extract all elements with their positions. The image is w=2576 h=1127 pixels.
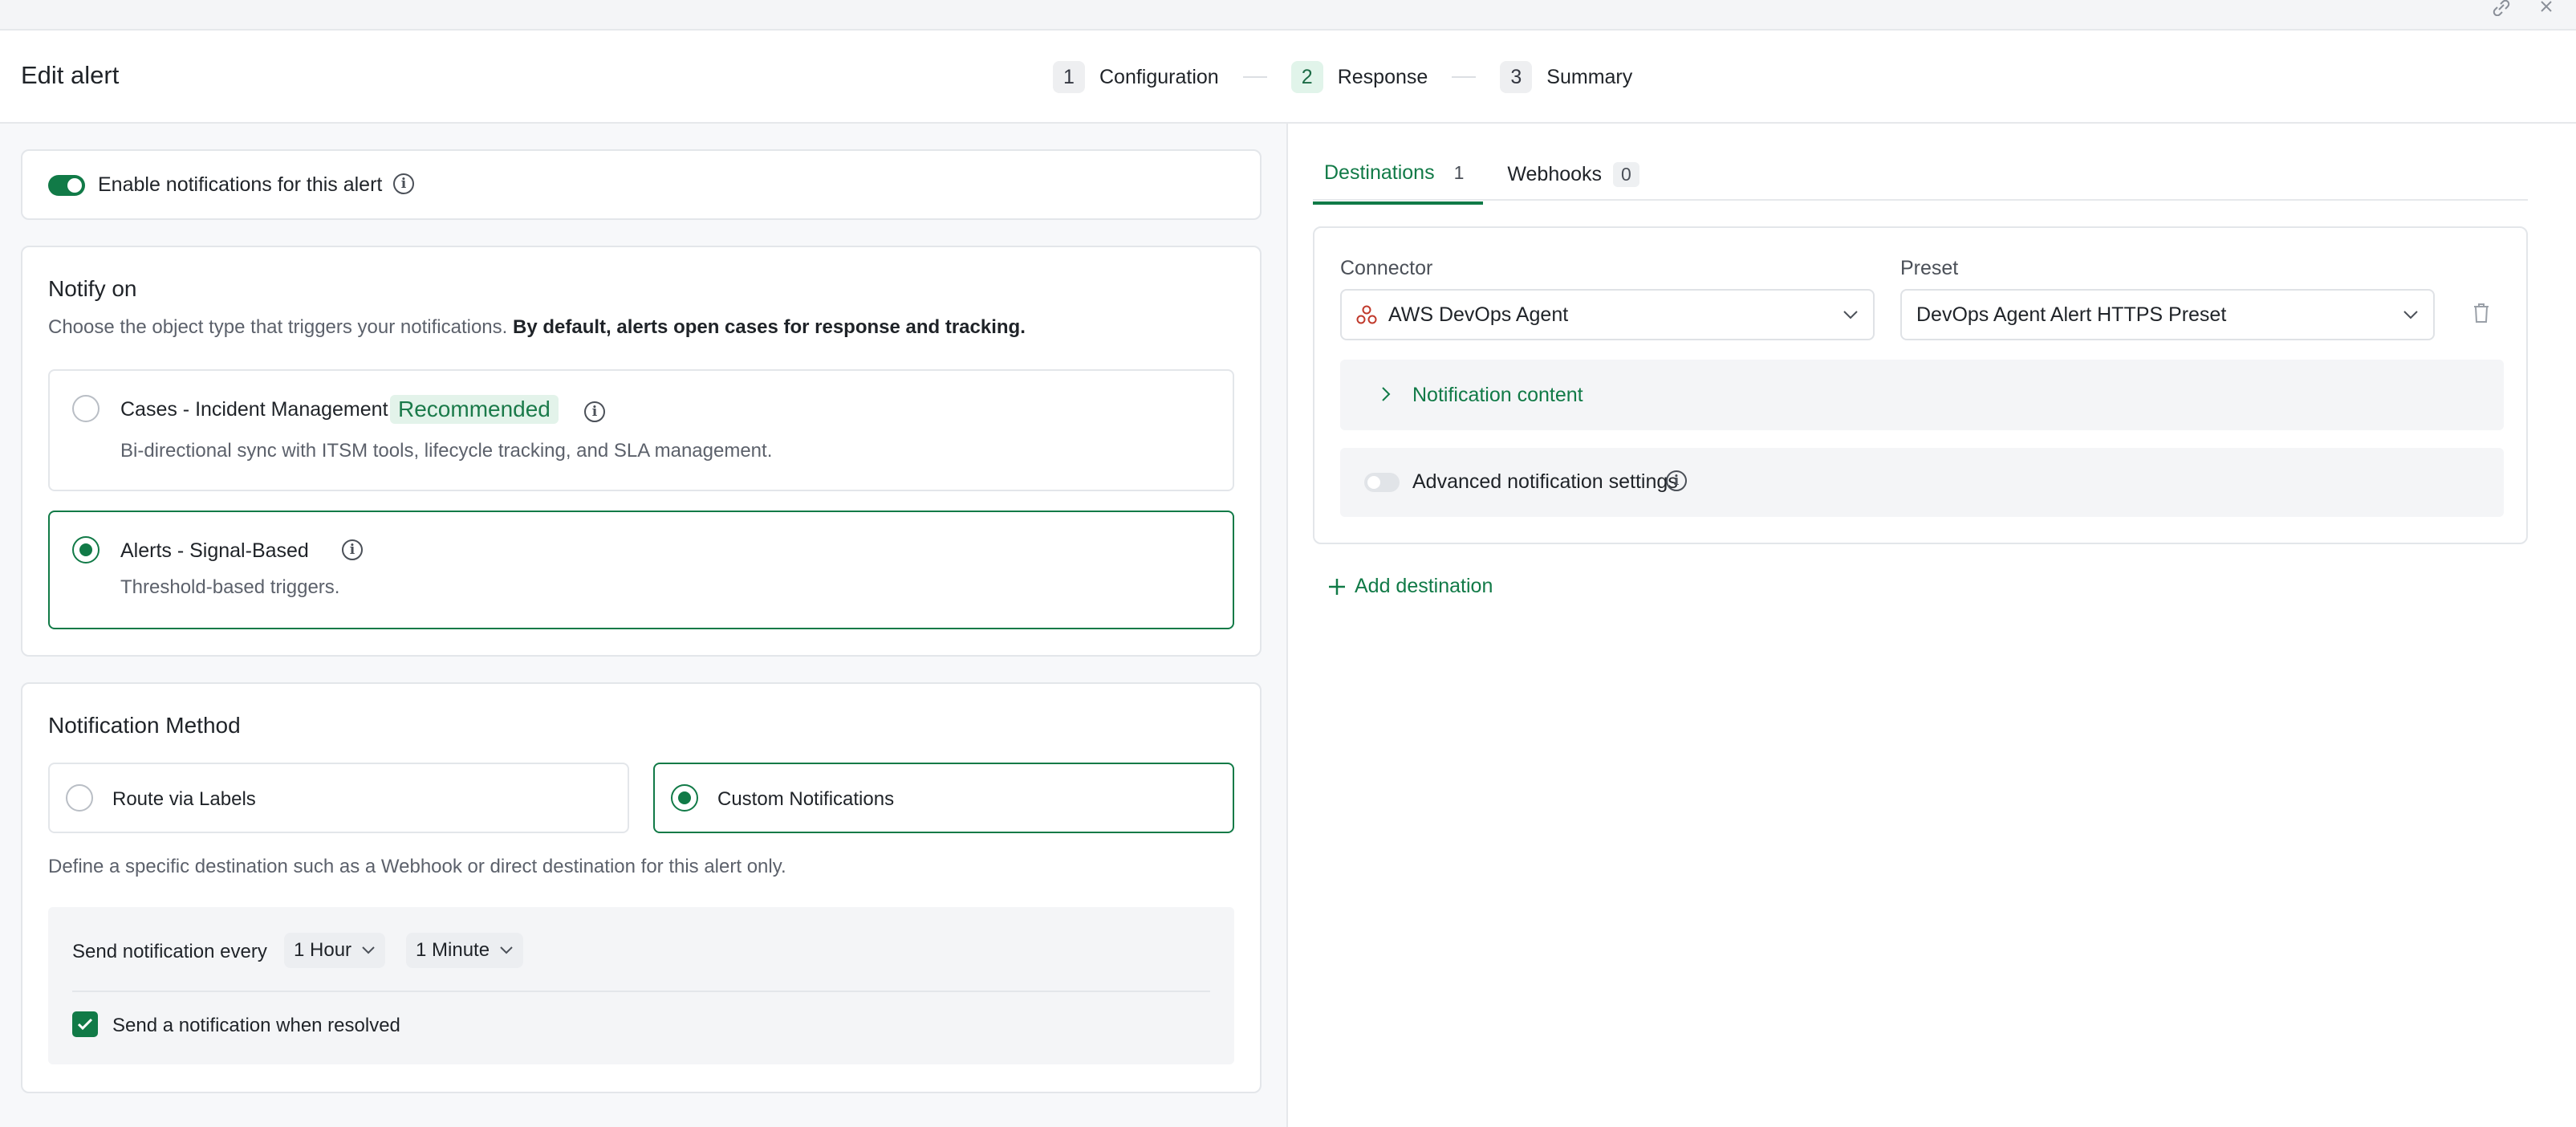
option-cases[interactable]: Cases - Incident Management Recommended … — [48, 369, 1234, 491]
info-icon[interactable]: i — [393, 173, 414, 194]
step-connector — [1452, 76, 1477, 78]
notify-on-card: Notify on Choose the object type that tr… — [21, 246, 1262, 657]
notify-on-desc-bold: By default, alerts open cases for respon… — [513, 316, 1026, 338]
route-labels-radio[interactable] — [66, 784, 93, 812]
plus-icon — [1329, 578, 1345, 595]
chevron-down-icon — [500, 946, 513, 954]
step-number: 2 — [1290, 61, 1323, 93]
connector-label: Connector — [1340, 257, 1433, 279]
resolved-label: Send a notification when resolved — [112, 1015, 400, 1036]
notification-method-title: Notification Method — [48, 713, 241, 738]
connector-value: AWS DevOps Agent — [1388, 303, 1569, 326]
enable-notifications-toggle[interactable] — [48, 175, 85, 196]
notification-method-description: Define a specific destination such as a … — [48, 856, 786, 877]
add-destination-button[interactable]: Add destination — [1327, 575, 1493, 598]
connector-select[interactable]: AWS DevOps Agent — [1340, 289, 1875, 340]
notify-on-description: Choose the object type that triggers you… — [48, 316, 1026, 339]
connector-logo-icon — [1356, 305, 1377, 324]
close-icon[interactable] — [2534, 0, 2558, 16]
alerts-title: Alerts - Signal-Based — [120, 539, 309, 562]
enable-notifications-label: Enable notifications for this alert — [98, 173, 383, 196]
settings-divider — [72, 991, 1210, 992]
step-number: 3 — [1500, 61, 1533, 93]
custom-notifications-label: Custom Notifications — [717, 788, 895, 810]
advanced-settings-label: Advanced notification settings — [1412, 470, 1678, 493]
step-connector — [1242, 76, 1267, 78]
alerts-description: Threshold-based triggers. — [120, 576, 340, 598]
tab-destinations[interactable]: Destinations 1 — [1313, 161, 1484, 205]
custom-notifications-radio[interactable] — [671, 784, 698, 812]
cases-title: Cases - Incident Management — [120, 398, 388, 421]
preset-value: DevOps Agent Alert HTTPS Preset — [1916, 303, 2227, 326]
chevron-down-icon — [1843, 311, 1858, 319]
chevron-right-icon — [1382, 387, 1391, 401]
send-every-label: Send notification every — [72, 941, 267, 962]
interval-hour-select[interactable]: 1 Hour — [284, 933, 386, 968]
notify-on-title: Notify on — [48, 276, 137, 301]
tab-webhooks[interactable]: Webhooks 0 — [1483, 161, 1650, 205]
resolved-checkbox[interactable] — [72, 1011, 98, 1037]
step-label: Configuration — [1099, 65, 1219, 88]
step-number: 1 — [1053, 61, 1085, 93]
tab-label: Webhooks — [1507, 163, 1603, 185]
window-top-bar — [0, 0, 2576, 31]
notification-method-card: Notification Method Route via Labels Cus… — [21, 682, 1262, 1093]
enable-notifications-card: Enable notifications for this alert i — [21, 149, 1262, 220]
notification-content-row[interactable]: Notification content — [1340, 360, 2504, 430]
destination-card: Connector AWS DevOps Agent Preset DevOps… — [1313, 226, 2528, 544]
alerts-radio[interactable] — [72, 536, 100, 564]
tab-count: 1 — [1453, 162, 1465, 183]
step-summary[interactable]: 3 Summary — [1500, 61, 1632, 93]
add-destination-label: Add destination — [1355, 575, 1493, 597]
chevron-down-icon — [2403, 311, 2418, 319]
trash-icon[interactable] — [2472, 302, 2491, 328]
recommended-badge: Recommended — [390, 395, 559, 424]
tab-label: Destinations — [1324, 161, 1435, 184]
step-label: Summary — [1546, 65, 1633, 88]
option-route-via-labels[interactable]: Route via Labels — [48, 763, 629, 833]
chevron-down-icon — [362, 946, 375, 954]
stepper: 1 Configuration 2 Response 3 Summary — [1053, 61, 1632, 93]
link-icon[interactable] — [2489, 0, 2513, 16]
option-alerts[interactable]: Alerts - Signal-Based i Threshold-based … — [48, 511, 1234, 629]
interval-hour-value: 1 Hour — [294, 939, 352, 961]
cases-radio[interactable] — [72, 395, 100, 422]
notify-on-desc-text: Choose the object type that triggers you… — [48, 316, 513, 338]
option-custom-notifications[interactable]: Custom Notifications — [653, 763, 1234, 833]
tab-count: 0 — [1613, 162, 1639, 187]
step-response[interactable]: 2 Response — [1290, 61, 1428, 93]
info-icon[interactable]: i — [342, 539, 363, 560]
route-labels-label: Route via Labels — [112, 788, 256, 810]
info-icon[interactable]: i — [584, 401, 605, 422]
advanced-settings-row: Advanced notification settings i — [1340, 448, 2504, 517]
info-icon[interactable]: i — [1666, 470, 1687, 491]
interval-minute-value: 1 Minute — [416, 939, 490, 961]
preset-select[interactable]: DevOps Agent Alert HTTPS Preset — [1900, 289, 2435, 340]
tabs-underline — [1313, 199, 2528, 201]
panel-divider — [1286, 124, 1288, 1127]
send-settings-box: Send notification every 1 Hour 1 Minute … — [48, 907, 1234, 1064]
page-title: Edit alert — [21, 61, 120, 89]
right-tabs: Destinations 1 Webhooks 0 — [1313, 161, 1651, 205]
notification-content-label: Notification content — [1412, 384, 1583, 406]
interval-minute-select[interactable]: 1 Minute — [406, 933, 524, 968]
cases-description: Bi-directional sync with ITSM tools, lif… — [120, 440, 773, 462]
advanced-settings-toggle[interactable] — [1364, 473, 1400, 492]
preset-label: Preset — [1900, 257, 1959, 279]
step-configuration[interactable]: 1 Configuration — [1053, 61, 1219, 93]
step-label: Response — [1337, 65, 1428, 88]
